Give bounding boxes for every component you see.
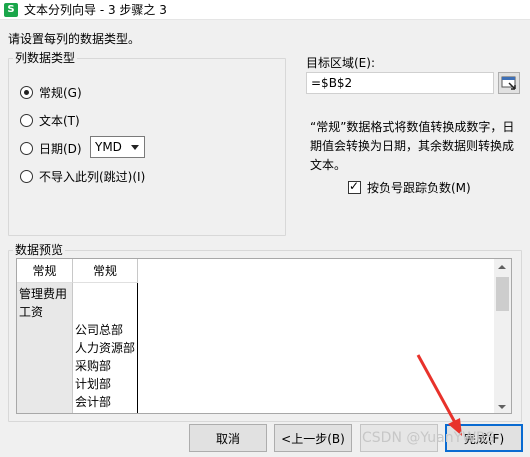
annotation-arrow-icon [416, 354, 462, 436]
watermark: CSDN @YuanYWRS [362, 430, 495, 446]
